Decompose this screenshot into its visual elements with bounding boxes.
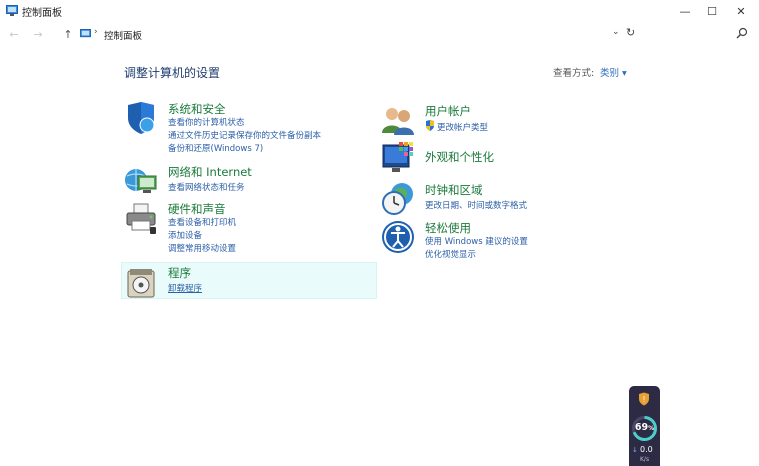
link-change-date-time[interactable]: 更改日期、时间或数字格式: [425, 199, 527, 211]
breadcrumb-separator: ›: [94, 27, 98, 37]
network-icon: [125, 169, 157, 193]
address-bar[interactable]: › 控制面板 ⌄ ↻: [76, 25, 641, 43]
users-icon: [382, 108, 414, 135]
download-arrow-icon: ↓: [632, 446, 638, 454]
link-add-device[interactable]: 添加设备: [168, 229, 202, 241]
minimize-button[interactable]: —: [670, 0, 700, 22]
link-network-status[interactable]: 查看网络状态和任务: [168, 181, 245, 193]
category-title[interactable]: 程序: [168, 265, 191, 281]
link-uninstall-program[interactable]: 卸载程序: [168, 282, 202, 294]
window-title: 控制面板: [22, 8, 62, 19]
category-title[interactable]: 外观和个性化: [425, 149, 494, 165]
hover-highlight: [121, 262, 377, 299]
programs-icon: [127, 269, 155, 298]
title-bar: 控制面板 — ☐ ✕: [0, 0, 759, 22]
maximize-button[interactable]: ☐: [697, 0, 727, 22]
breadcrumb-control-panel[interactable]: 控制面板: [104, 28, 142, 42]
link-view-computer-status[interactable]: 查看你的计算机状态: [168, 116, 245, 128]
search-icon: [736, 27, 748, 39]
category-title[interactable]: 网络和 Internet: [168, 164, 252, 180]
up-button[interactable]: ↑: [60, 26, 76, 42]
search-input[interactable]: [642, 25, 754, 43]
link-optimize-display[interactable]: 优化视觉显示: [425, 248, 476, 260]
category-title[interactable]: 用户帐户: [425, 103, 471, 119]
link-change-account-type[interactable]: 更改帐户类型: [437, 121, 488, 133]
link-backup-restore[interactable]: 备份和还原(Windows 7): [168, 142, 263, 154]
appearance-icon: [382, 142, 413, 172]
usage-percent-sign: %: [648, 425, 655, 432]
link-mobility-settings[interactable]: 调整常用移动设置: [168, 242, 236, 254]
forward-button[interactable]: →: [30, 26, 46, 42]
category-title[interactable]: 轻松使用: [425, 220, 471, 236]
ease-of-access-icon: [382, 221, 414, 253]
category-title[interactable]: 硬件和声音: [168, 201, 226, 217]
view-by-dropdown[interactable]: 类别 ▾: [600, 65, 627, 79]
link-file-history[interactable]: 通过文件历史记录保存你的文件备份副本: [168, 129, 321, 141]
address-dropdown-button[interactable]: ⌄: [612, 27, 620, 37]
back-button[interactable]: ←: [6, 26, 22, 42]
network-speed-unit: K/s: [640, 456, 650, 463]
security-shield-icon: !: [639, 392, 649, 406]
address-row: ← → ↑ › 控制面板 ⌄ ↻: [0, 24, 759, 44]
page-title: 调整计算机的设置: [124, 66, 221, 80]
link-devices-printers[interactable]: 查看设备和打印机: [168, 216, 236, 228]
category-title[interactable]: 时钟和区域: [425, 182, 483, 198]
shield-icon: [128, 102, 155, 134]
svg-text:!: !: [642, 395, 645, 404]
control-panel-icon: [6, 5, 18, 16]
usage-percent: 69%: [629, 422, 660, 433]
refresh-button[interactable]: ↻: [626, 26, 635, 39]
clock-globe-icon: [382, 183, 413, 215]
printer-icon: [126, 203, 156, 234]
close-button[interactable]: ✕: [726, 0, 756, 22]
category-title[interactable]: 系统和安全: [168, 101, 226, 117]
network-speed: 0.0: [640, 445, 653, 454]
system-monitor-widget[interactable]: ! 69% ↓ 0.0 K/s: [629, 386, 660, 466]
link-recommended-settings[interactable]: 使用 Windows 建议的设置: [425, 235, 528, 247]
control-panel-icon: [80, 29, 91, 38]
view-by-label: 查看方式:: [553, 68, 595, 79]
uac-shield-icon: [426, 120, 434, 131]
usage-percent-value: 69: [634, 422, 649, 433]
